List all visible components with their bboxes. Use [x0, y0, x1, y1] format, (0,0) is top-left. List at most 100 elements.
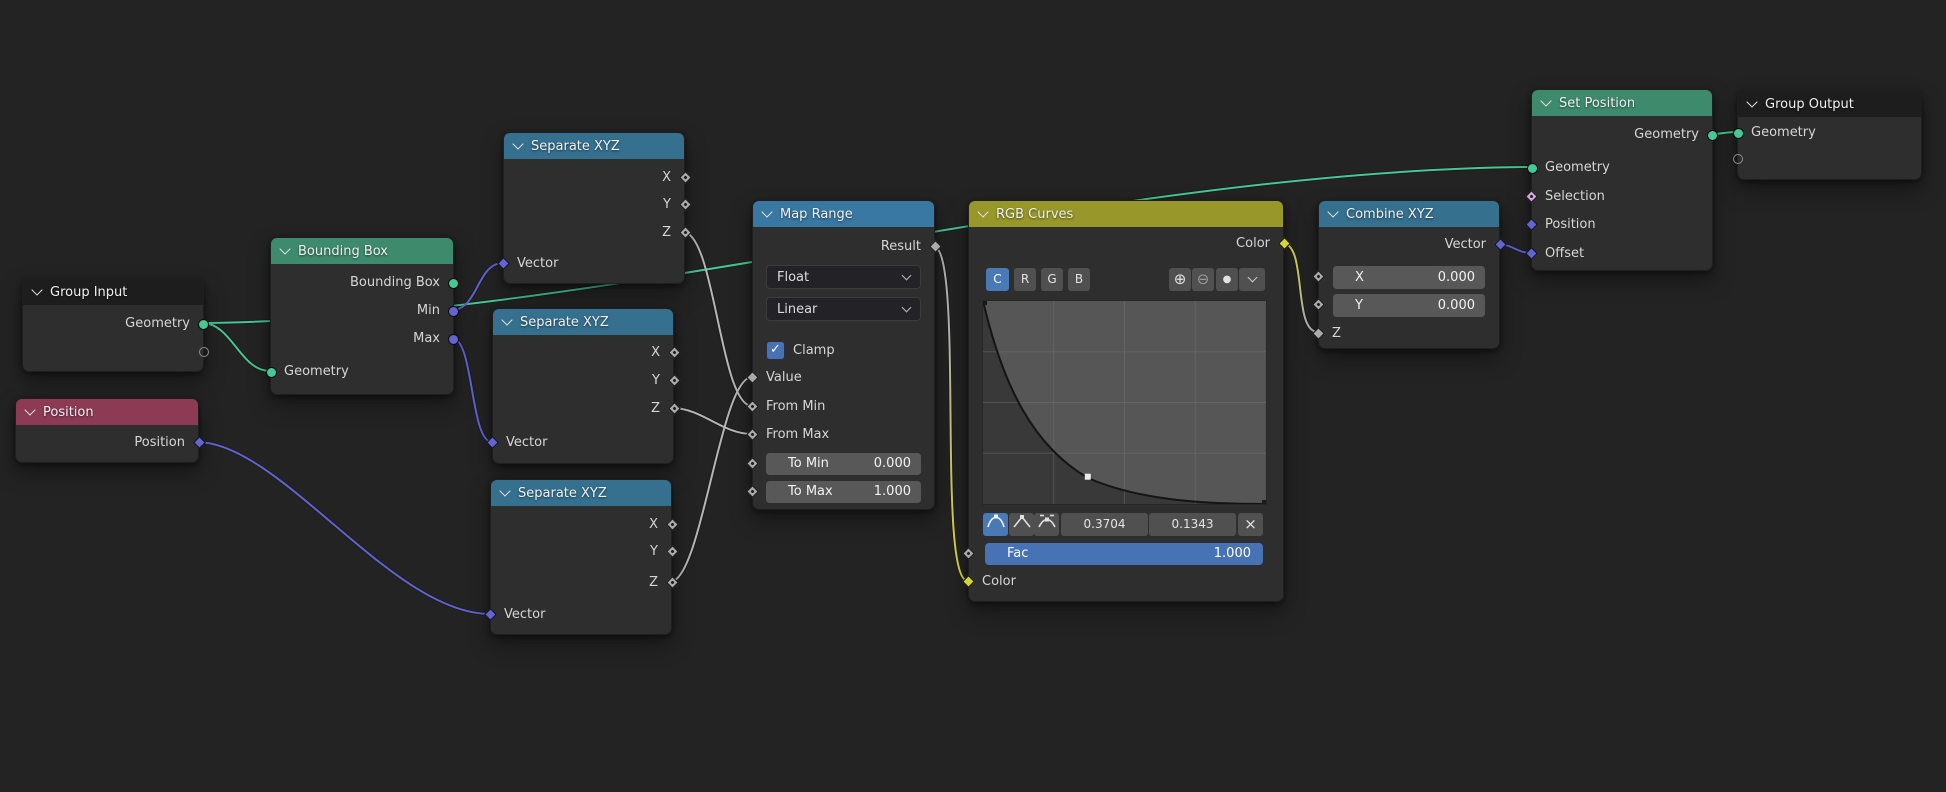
node-map-range[interactable]: Map Range Result Float Linear ✓ Clamp Va… — [752, 200, 935, 510]
socket-geometry-output[interactable] — [198, 319, 209, 330]
collapse-chevron-icon[interactable] — [501, 314, 512, 325]
zoom-in-icon[interactable]: ⊕ — [1169, 268, 1191, 291]
wire-result-color — [933, 246, 968, 581]
to-max-field[interactable]: To Max 1.000 — [766, 481, 921, 503]
socket-geometry-input[interactable] — [266, 367, 277, 378]
clamp-checkbox[interactable]: ✓ — [766, 341, 785, 360]
field-label: X — [1355, 266, 1364, 289]
field-value: 0.000 — [1438, 266, 1475, 289]
field-value: 1.000 — [874, 481, 911, 503]
point-x-field[interactable]: 0.3704 — [1061, 513, 1148, 536]
curve-control-point[interactable] — [1085, 474, 1091, 480]
output-row: Position — [16, 433, 198, 453]
node-editor-canvas[interactable]: Group Input Geometry Position Position B… — [0, 0, 1946, 792]
node-combine-xyz[interactable]: Combine XYZ Vector X 0.000 Y 0.000 Z — [1318, 200, 1500, 349]
x-field[interactable]: X 0.000 — [1333, 266, 1485, 289]
wire-position-separate3 — [197, 442, 490, 614]
node-separate-xyz-1[interactable]: Separate XYZ X Y Z Vector — [503, 132, 685, 284]
data-type-value: Float — [777, 270, 809, 285]
collapse-chevron-icon[interactable] — [1746, 96, 1757, 107]
collapse-chevron-icon[interactable] — [279, 243, 290, 254]
node-header[interactable]: Group Output — [1738, 91, 1921, 117]
output-row: Min — [271, 301, 453, 321]
node-header[interactable]: Bounding Box — [271, 238, 453, 264]
field-value: 0.000 — [1438, 294, 1475, 317]
node-title: Separate XYZ — [520, 315, 609, 330]
handle-vector-button[interactable] — [1009, 513, 1034, 536]
clamp-label: Clamp — [793, 343, 835, 358]
interpolation-dropdown[interactable]: Linear — [766, 297, 921, 321]
output-row: Y — [491, 542, 671, 562]
node-header[interactable]: Set Position — [1532, 90, 1712, 116]
collapse-chevron-icon[interactable] — [499, 485, 510, 496]
output-row: Color — [969, 234, 1283, 254]
checkmark-icon: ✓ — [770, 342, 781, 357]
node-position[interactable]: Position Position — [15, 398, 199, 463]
node-title: Set Position — [1559, 96, 1635, 111]
output-row: Geometry — [23, 314, 203, 334]
node-group-output[interactable]: Group Output Geometry — [1737, 90, 1922, 180]
zoom-out-icon[interactable]: ⊖ — [1192, 268, 1214, 291]
delete-point-button[interactable]: × — [1238, 513, 1263, 536]
node-header[interactable]: Position — [16, 399, 198, 425]
channel-r-button[interactable]: R — [1014, 268, 1036, 291]
data-type-dropdown[interactable]: Float — [766, 265, 921, 289]
collapse-chevron-icon[interactable] — [1540, 95, 1551, 106]
curve-endpoint-start[interactable] — [983, 301, 987, 305]
collapse-chevron-icon[interactable] — [1327, 206, 1338, 217]
field-label: To Min — [788, 453, 829, 475]
socket-geometry-input[interactable] — [1733, 128, 1744, 139]
socket-virtual-output[interactable] — [199, 347, 209, 357]
output-row: Bounding Box — [271, 273, 453, 293]
point-y-field[interactable]: 0.1343 — [1149, 513, 1236, 536]
node-header[interactable]: Group Input — [23, 279, 203, 305]
node-header[interactable]: Combine XYZ — [1319, 201, 1499, 227]
node-separate-xyz-3[interactable]: Separate XYZ X Y Z Vector — [490, 479, 672, 635]
input-row: Color — [969, 572, 1283, 592]
node-separate-xyz-2[interactable]: Separate XYZ X Y Z Vector — [492, 308, 674, 464]
field-label: Y — [1355, 294, 1363, 317]
collapse-chevron-icon[interactable] — [761, 206, 772, 217]
node-header[interactable]: Separate XYZ — [504, 133, 684, 159]
collapse-chevron-icon[interactable] — [977, 206, 988, 217]
node-set-position[interactable]: Set Position Geometry Geometry Selection… — [1531, 89, 1713, 271]
input-row: Value — [753, 368, 934, 388]
node-title: Separate XYZ — [531, 139, 620, 154]
to-min-field[interactable]: To Min 0.000 — [766, 453, 921, 475]
channel-g-button[interactable]: G — [1041, 268, 1063, 291]
wire-color-z — [1282, 243, 1318, 332]
channel-b-button[interactable]: B — [1068, 268, 1090, 291]
node-header[interactable]: Separate XYZ — [493, 309, 673, 335]
output-row: Max — [271, 329, 453, 349]
collapse-chevron-icon[interactable] — [31, 284, 42, 295]
socket-max-output[interactable] — [448, 334, 459, 345]
socket-boundingbox-output[interactable] — [448, 278, 459, 289]
field-value: 0.000 — [874, 453, 911, 475]
socket-geometry-input[interactable] — [1527, 163, 1538, 174]
output-row: Geometry — [1532, 125, 1712, 145]
handle-auto-button[interactable] — [983, 513, 1008, 536]
collapse-chevron-icon[interactable] — [512, 138, 523, 149]
interpolation-value: Linear — [777, 302, 817, 317]
node-group-input[interactable]: Group Input Geometry — [22, 278, 204, 372]
curve-plot — [983, 301, 1266, 504]
node-bounding-box[interactable]: Bounding Box Bounding Box Min Max Geomet… — [270, 237, 454, 395]
node-header[interactable]: Separate XYZ — [491, 480, 671, 506]
curve-widget[interactable] — [983, 301, 1266, 504]
socket-min-output[interactable] — [448, 306, 459, 317]
socket-virtual-input[interactable] — [1733, 154, 1743, 164]
curve-endpoint-end[interactable] — [1262, 500, 1266, 504]
node-rgb-curves[interactable]: RGB Curves Color C R G B ⊕ ⊖ ● — [968, 200, 1284, 602]
clipping-options-icon[interactable]: ● — [1216, 268, 1238, 291]
y-field[interactable]: Y 0.000 — [1333, 294, 1485, 317]
collapse-chevron-icon[interactable] — [24, 404, 35, 415]
handle-auto-clamped-button[interactable] — [1034, 513, 1059, 536]
node-header[interactable]: Map Range — [753, 201, 934, 227]
channel-c-button[interactable]: C — [986, 268, 1009, 291]
node-header[interactable]: RGB Curves — [969, 201, 1283, 227]
socket-geometry-output[interactable] — [1707, 130, 1718, 141]
tools-dropdown-button[interactable] — [1239, 268, 1265, 291]
output-row: X — [491, 515, 671, 535]
fac-slider[interactable]: Fac 1.000 — [985, 543, 1263, 565]
fac-label: Fac — [1007, 543, 1028, 565]
